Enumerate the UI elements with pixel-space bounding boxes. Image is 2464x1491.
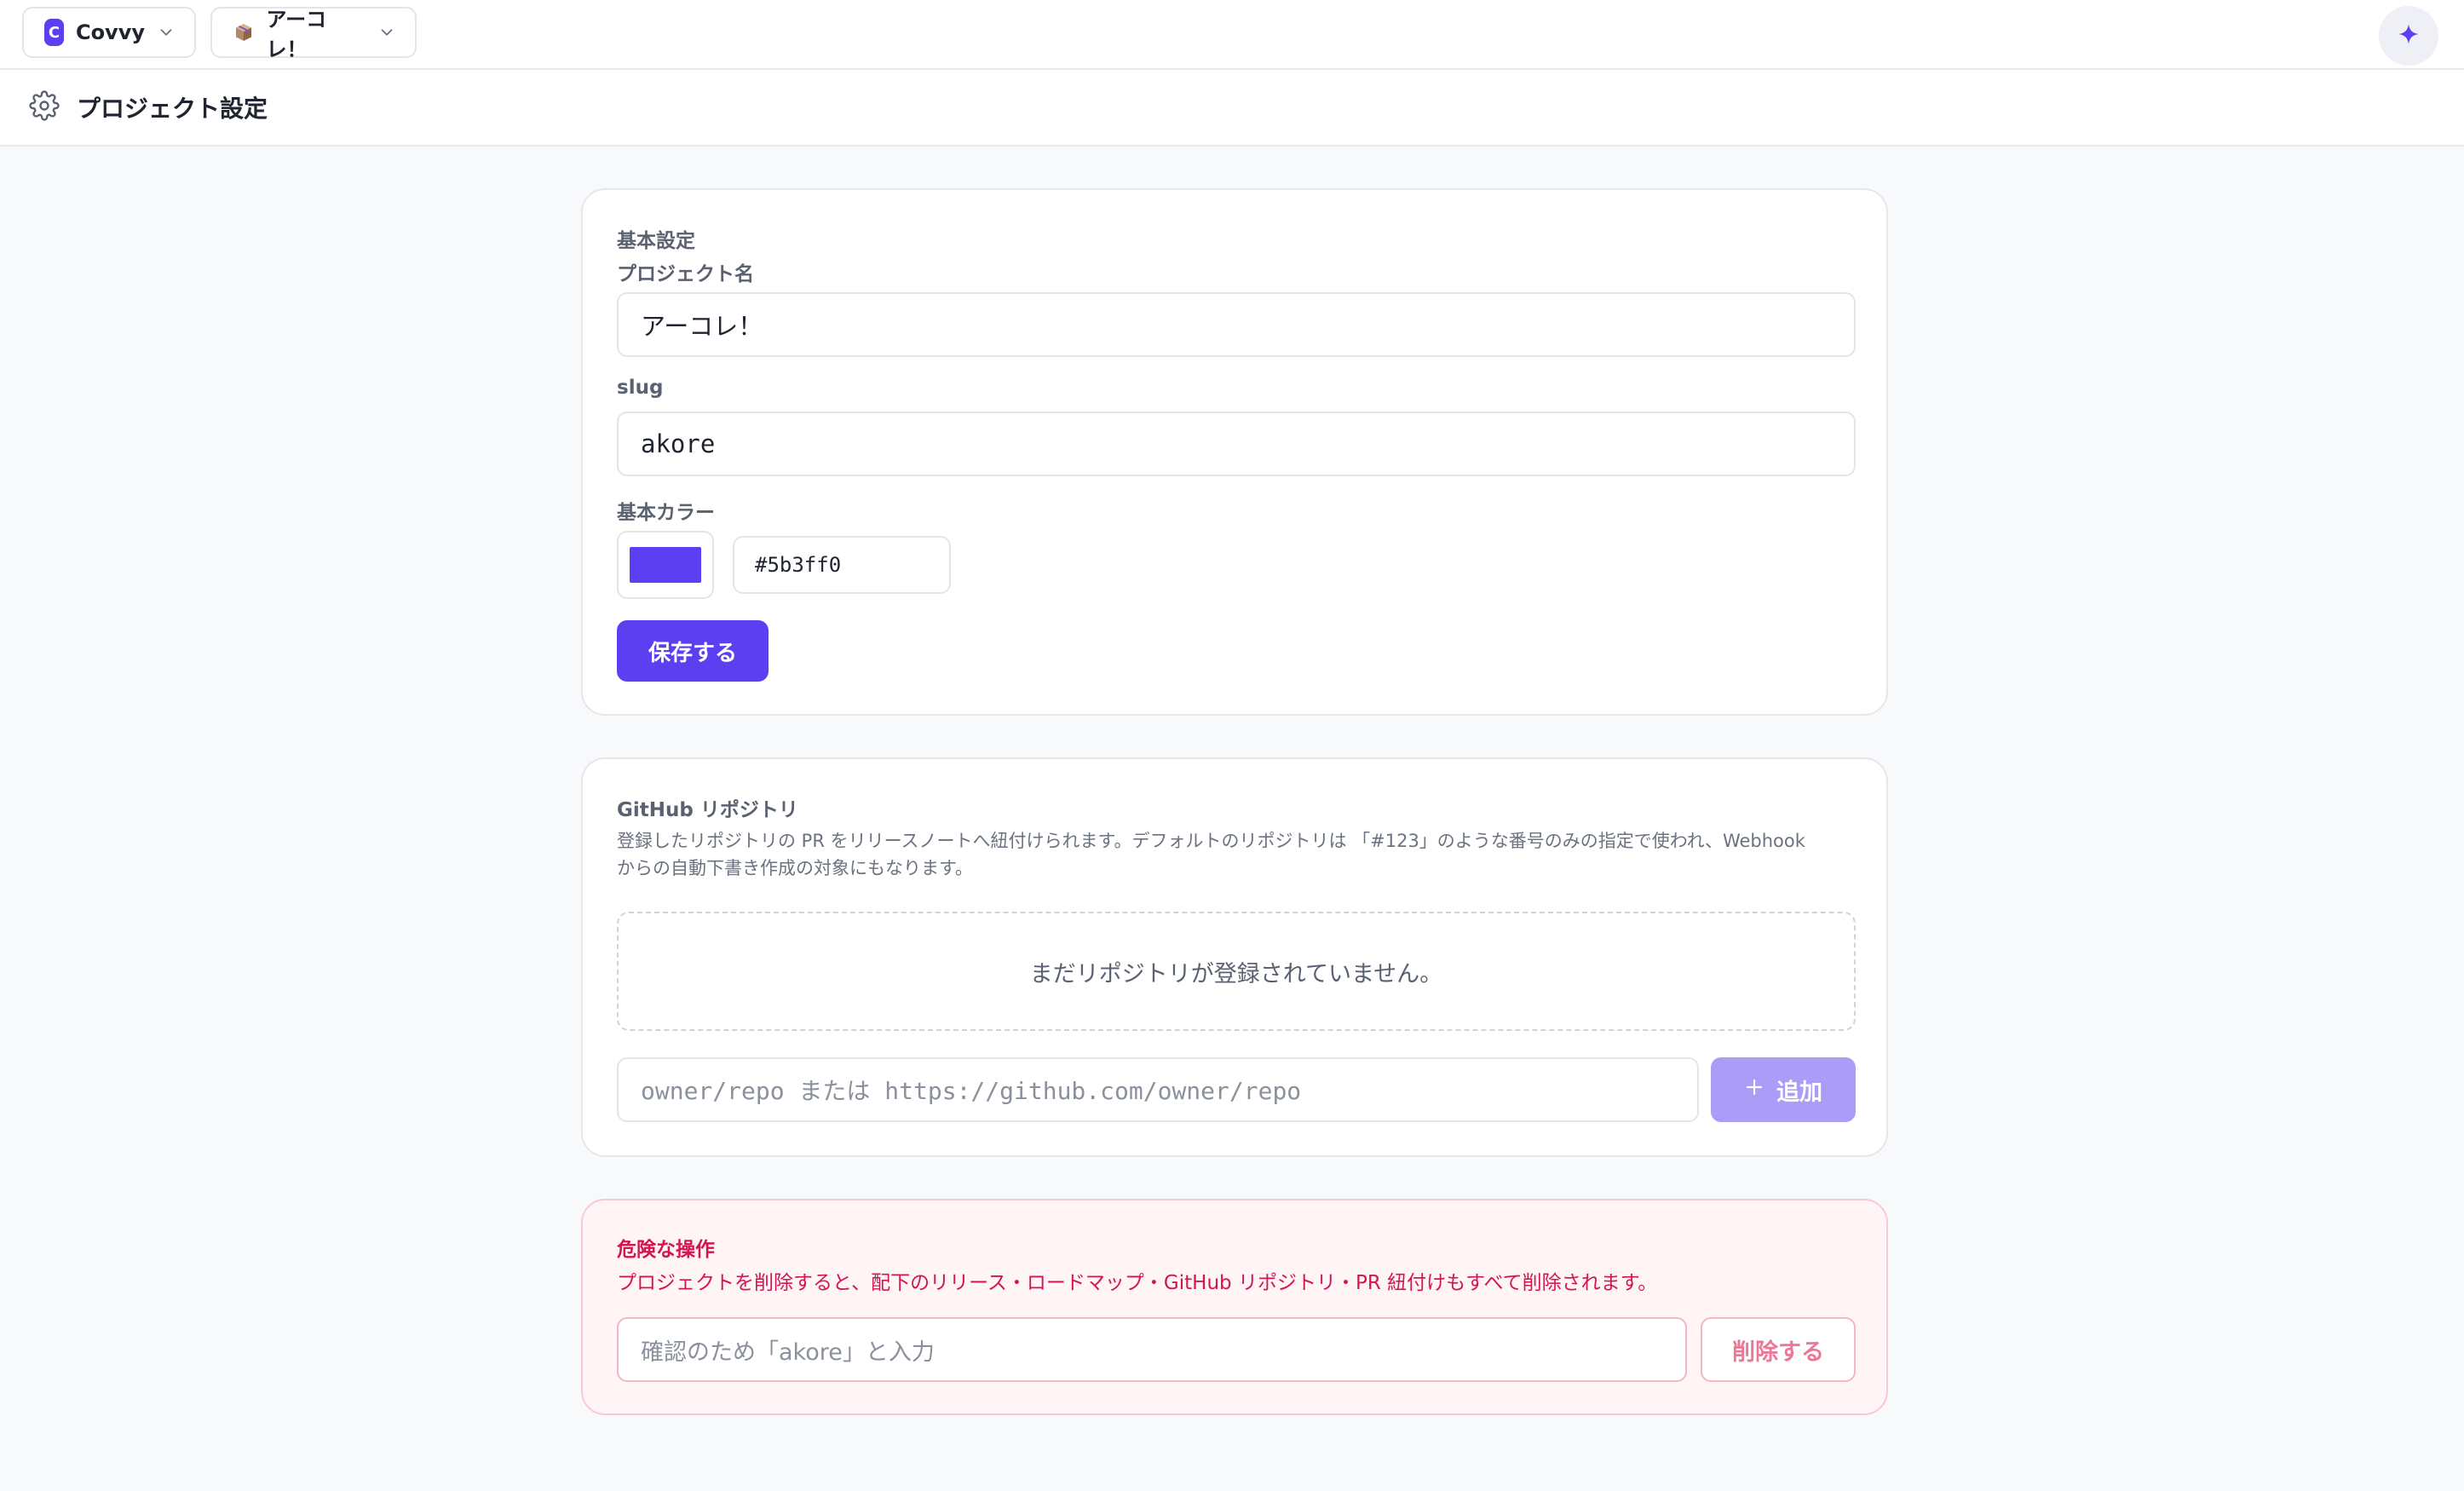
project-name-input[interactable]: アーコレ！ <box>617 292 1856 357</box>
sparkle-icon <box>2397 22 2421 49</box>
github-repositories-card: GitHub リポジトリ 登録したリポジトリの PR をリリースノートへ紐付けら… <box>581 757 1888 1157</box>
empty-repositories-placeholder: まだリポジトリが登録されていません。 <box>617 912 1856 1031</box>
chevron-down-icon <box>377 23 396 42</box>
gear-icon <box>29 90 60 124</box>
package-icon <box>233 21 255 43</box>
slug-label: slug <box>617 377 664 399</box>
description-line: 登録したリポジトリの PR をリリースノートへ紐付けられます。デフォルトのリポジ… <box>617 831 1805 851</box>
repository-input[interactable]: owner/repo または https://github.com/owner/… <box>617 1057 1699 1122</box>
color-label: 基本カラー <box>617 502 715 524</box>
delete-confirm-input[interactable]: 確認のため「akore」と入力 <box>617 1317 1687 1382</box>
basic-settings-card: 基本設定 プロジェクト名 アーコレ！ slug akore 基本カラー #5b3… <box>581 188 1888 716</box>
project-name-label: プロジェクト名 <box>617 263 754 285</box>
org-name: Covvy <box>75 20 145 44</box>
danger-zone-description: プロジェクトを削除すると、配下のリリース・ロードマップ・GitHub リポジトリ… <box>617 1272 1658 1294</box>
color-hex-input[interactable]: #5b3ff0 <box>733 536 951 594</box>
add-repository-button[interactable]: 追加 <box>1711 1057 1856 1122</box>
chevron-down-icon <box>157 23 176 42</box>
org-switcher[interactable]: C Covvy <box>22 7 196 58</box>
project-switcher[interactable]: アーコレ！ <box>210 7 417 61</box>
save-button[interactable]: 保存する <box>617 620 769 682</box>
page-title: プロジェクト設定 <box>77 95 268 123</box>
section-label: 基本設定 <box>617 230 695 252</box>
add-button-label: 追加 <box>1776 1079 1822 1106</box>
description-line: からの自動下書き作成の対象にもなります。 <box>617 858 973 878</box>
danger-zone-title: 危険な操作 <box>617 1239 715 1261</box>
project-name: アーコレ！ <box>266 8 327 61</box>
org-logo: C <box>44 19 64 46</box>
danger-zone-card: 危険な操作 プロジェクトを削除すると、配下のリリース・ロードマップ・GitHub… <box>581 1199 1888 1415</box>
slug-input[interactable]: akore <box>617 412 1856 476</box>
page-header: プロジェクト設定 <box>0 70 2464 147</box>
color-swatch <box>630 547 701 583</box>
color-picker[interactable] <box>617 531 714 599</box>
section-label: GitHub リポジトリ <box>617 799 798 821</box>
delete-project-button[interactable]: 削除する <box>1701 1317 1856 1382</box>
ai-assistant-button[interactable] <box>2379 6 2438 66</box>
top-bar: C Covvy アーコレ！ <box>0 0 2464 70</box>
plus-icon <box>1744 1077 1765 1103</box>
github-description: 登録したリポジトリの PR をリリースノートへ紐付けられます。デフォルトのリポジ… <box>617 827 1852 882</box>
